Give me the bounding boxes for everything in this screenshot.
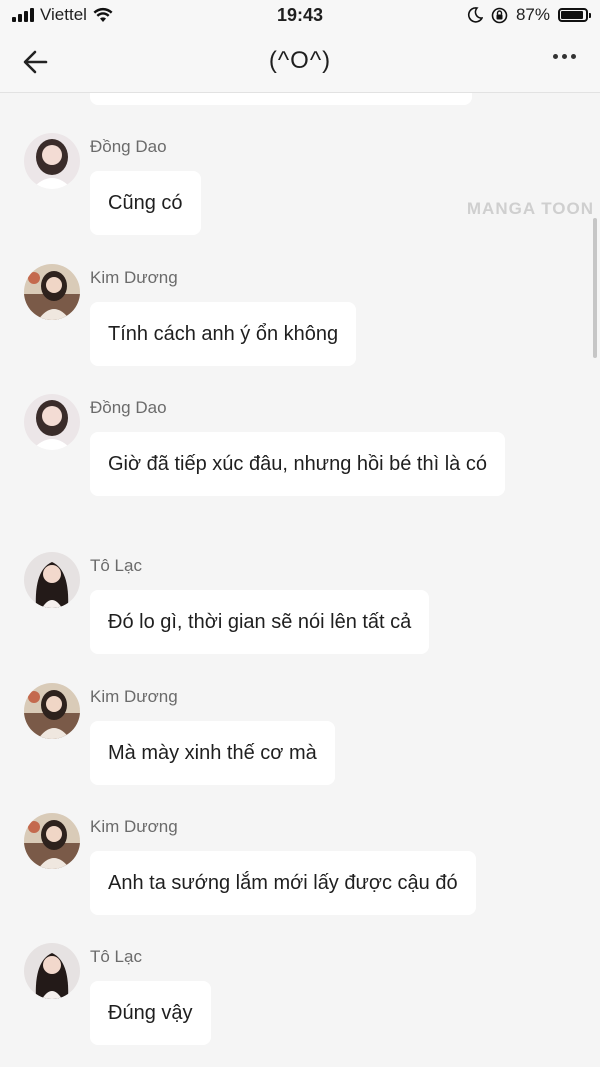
kim-duong-avatar[interactable]: [24, 264, 80, 320]
sender-name: Kim Dương: [90, 687, 178, 706]
message-bubble[interactable]: Anh ta sướng lắm mới lấy được cậu đó: [90, 851, 476, 915]
message-bubble[interactable]: Giờ đã tiếp xúc đâu, nhưng hồi bé thì là…: [90, 432, 505, 496]
status-right: 87%: [467, 5, 591, 25]
scrollbar[interactable]: [593, 218, 597, 358]
to-lac-avatar[interactable]: [24, 552, 80, 608]
sender-name: Tô Lạc: [90, 947, 142, 966]
dot: [562, 54, 567, 59]
sender-name: Đồng Dao: [90, 137, 167, 156]
sender-name: Kim Dương: [90, 817, 178, 836]
to-lac-avatar[interactable]: [24, 943, 80, 999]
message-bubble[interactable]: Đó lo gì, thời gian sẽ nói lên tất cả: [90, 590, 430, 654]
dong-dao-avatar[interactable]: [24, 133, 80, 189]
sender-name: Tô Lạc: [90, 556, 142, 575]
dot: [571, 54, 576, 59]
chat-area[interactable]: Đồng Dao Cũng có Kim Dương Tính cách anh…: [0, 93, 600, 1067]
sender-name: Kim Dương: [90, 268, 178, 287]
status-bar: Viettel 19:43 87%: [0, 0, 600, 32]
message-bubble[interactable]: Tính cách anh ý ổn không: [90, 302, 357, 366]
kim-duong-avatar[interactable]: [24, 813, 80, 869]
dot: [553, 54, 558, 59]
sender-name: Đồng Dao: [90, 398, 167, 417]
message-bubble[interactable]: Mà mày xinh thế cơ mà: [90, 721, 335, 785]
nav-bar: (^O^): [0, 32, 600, 93]
battery-icon: [558, 8, 591, 22]
rotation-lock-icon: [491, 7, 508, 23]
dong-dao-avatar[interactable]: [24, 394, 80, 450]
chat-title: (^O^): [268, 47, 332, 74]
kim-duong-avatar[interactable]: [24, 683, 80, 739]
more-options-button[interactable]: [553, 54, 576, 59]
message-bubble[interactable]: Cũng có: [90, 171, 201, 235]
watermark: MANGA TOON: [466, 199, 594, 218]
message-bubble-partial: [90, 93, 472, 105]
message-bubble[interactable]: Đúng vậy: [90, 981, 211, 1045]
battery-percent: 87%: [515, 5, 550, 24]
moon-icon: [467, 7, 483, 23]
